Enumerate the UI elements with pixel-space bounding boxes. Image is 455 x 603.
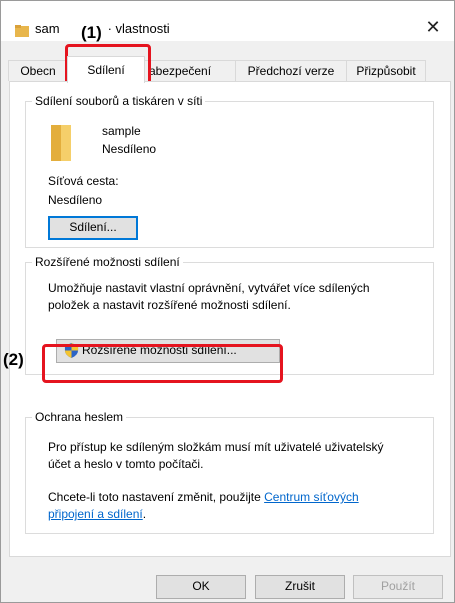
network-path-value: Nesdíleno bbox=[48, 193, 103, 207]
tab-general-label: Obecn bbox=[20, 64, 56, 78]
folder-name: sample bbox=[102, 124, 141, 138]
callout-box-2 bbox=[42, 344, 283, 383]
group-file-printer-sharing: Sdílení souborů a tiskáren v síti sample… bbox=[25, 94, 434, 248]
advanced-description-line2: položek a nastavit rozšířené možnosti sd… bbox=[48, 298, 291, 312]
network-path-label: Síťová cesta: bbox=[48, 174, 119, 188]
callout-label-2: (2) bbox=[3, 350, 24, 369]
tab-customize[interactable]: Přizpůsobit bbox=[346, 60, 426, 81]
network-sharing-center-link[interactable]: Centrum síťových bbox=[264, 490, 359, 504]
group-title-advanced: Rozšířené možnosti sdílení bbox=[32, 255, 183, 269]
tab-sharing-label: Sdílení bbox=[87, 63, 125, 77]
password-change-text: Chcete-li toto nastavení změnit, použijt… bbox=[48, 490, 359, 504]
network-sharing-center-link-cont[interactable]: připojení a sdílení bbox=[48, 507, 143, 521]
group-password-protection: Ochrana heslem Pro přístup ke sdíleným s… bbox=[25, 410, 434, 534]
group-title-password: Ochrana heslem bbox=[32, 410, 127, 424]
password-text-line2: účet a heslo v tomto počítači. bbox=[48, 457, 204, 471]
folder-icon bbox=[15, 25, 29, 37]
tab-security-label: abezpečení bbox=[149, 64, 212, 78]
password-text-line1: Pro přístup ke sdíleným složkám musí mít… bbox=[48, 440, 384, 454]
ok-button[interactable]: OK bbox=[156, 575, 246, 599]
tab-security[interactable]: abezpečení bbox=[144, 60, 236, 81]
close-button[interactable]: ✕ bbox=[420, 15, 446, 39]
group-title-sharing: Sdílení souborů a tiskáren v síti bbox=[32, 94, 206, 108]
window-title: sam · vlastnosti bbox=[35, 21, 170, 36]
tab-general[interactable]: Obecn bbox=[8, 60, 68, 81]
tab-previous-versions-label: Předchozí verze bbox=[247, 64, 335, 78]
share-button[interactable]: Sdílení... bbox=[48, 216, 138, 240]
cancel-button[interactable]: Zrušit bbox=[255, 575, 345, 599]
period-text: . bbox=[142, 507, 147, 521]
password-change-line2: připojení a sdílení. bbox=[48, 507, 146, 521]
properties-dialog: sam · vlastnosti ✕ Obecn Sdílení abezpeče… bbox=[0, 0, 455, 603]
tab-panel-sharing: Sdílení souborů a tiskáren v síti sample… bbox=[9, 81, 451, 557]
tab-sharing[interactable]: Sdílení bbox=[67, 56, 145, 83]
callout-label-1: (1) bbox=[81, 23, 102, 42]
tab-previous-versions[interactable]: Předchozí verze bbox=[235, 60, 347, 81]
password-change-prefix: Chcete-li toto nastavení změnit, použijt… bbox=[48, 490, 265, 504]
advanced-description-line1: Umožňuje nastavit vlastní oprávnění, vyt… bbox=[48, 281, 370, 295]
folder-icon bbox=[51, 125, 71, 161]
folder-status: Nesdíleno bbox=[102, 142, 157, 156]
apply-button[interactable]: Použít bbox=[353, 575, 443, 599]
tab-customize-label: Přizpůsobit bbox=[356, 64, 416, 78]
title-bar: sam · vlastnosti ✕ bbox=[1, 1, 454, 41]
